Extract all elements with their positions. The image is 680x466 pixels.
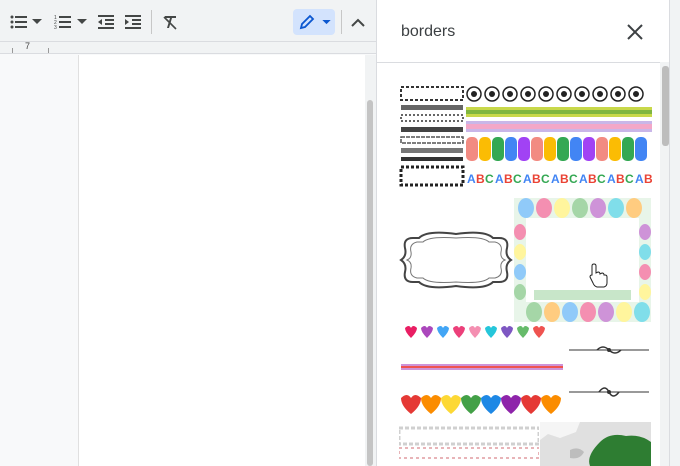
collapse-menu-chevron-up-icon[interactable] xyxy=(348,10,368,34)
svg-text:B: B xyxy=(560,172,569,186)
image-search-panel: borders A B C A B C A B C A B C A B C A … xyxy=(376,0,670,466)
numbered-list-icon[interactable]: 1 2 3 xyxy=(52,10,74,34)
window-right-edge xyxy=(669,0,680,466)
svg-text:C: C xyxy=(625,172,634,186)
svg-text:C: C xyxy=(485,172,494,186)
app-window: 1 2 3 7 borders A B C A B C A B C A B C … xyxy=(0,0,680,466)
increase-indent-icon[interactable] xyxy=(123,10,143,34)
svg-text:C: C xyxy=(513,172,522,186)
svg-text:C: C xyxy=(541,172,550,186)
numbered-list-dropdown-icon[interactable] xyxy=(76,10,88,34)
svg-text:C: C xyxy=(569,172,578,186)
svg-text:A: A xyxy=(551,172,560,186)
svg-text:B: B xyxy=(616,172,625,186)
result-map-image[interactable] xyxy=(540,422,651,466)
document-scrollbar-thumb[interactable] xyxy=(367,100,373,466)
svg-text:A: A xyxy=(579,172,588,186)
document-page[interactable] xyxy=(79,55,365,466)
svg-text:A: A xyxy=(523,172,532,186)
result-lace-border[interactable] xyxy=(399,424,539,466)
svg-text:A: A xyxy=(635,172,644,186)
ruler[interactable]: 7 xyxy=(0,41,376,54)
svg-text:B: B xyxy=(644,172,652,186)
svg-text:B: B xyxy=(588,172,597,186)
svg-text:A: A xyxy=(495,172,504,186)
svg-text:A: A xyxy=(607,172,616,186)
panel-divider xyxy=(377,62,670,63)
result-easter-egg-frame[interactable] xyxy=(514,198,651,322)
editing-mode-dropdown-icon[interactable] xyxy=(320,10,332,34)
ruler-tick xyxy=(48,48,49,53)
result-decorative-frame-outline[interactable] xyxy=(399,198,513,322)
bulleted-list-icon[interactable] xyxy=(8,10,30,34)
decrease-indent-icon[interactable] xyxy=(96,10,116,34)
svg-text:A: A xyxy=(467,172,476,186)
editing-mode-pencil-icon[interactable] xyxy=(297,10,317,34)
close-icon[interactable] xyxy=(625,22,645,42)
svg-text:3: 3 xyxy=(54,25,57,30)
svg-text:B: B xyxy=(476,172,485,186)
ruler-tick xyxy=(12,48,13,53)
svg-text:B: B xyxy=(504,172,513,186)
svg-text:B: B xyxy=(532,172,541,186)
toolbar-divider xyxy=(341,10,342,34)
result-flourish-dividers[interactable] xyxy=(567,322,651,418)
toolbar-divider xyxy=(151,10,152,34)
result-soccer-ball-clip-borders[interactable]: ABC ABC ABC ABC ABC ABC AB xyxy=(466,85,652,189)
result-heart-borders[interactable] xyxy=(399,322,565,418)
svg-text:C: C xyxy=(597,172,606,186)
search-query[interactable]: borders xyxy=(401,23,455,41)
panel-scrollbar-thumb[interactable] xyxy=(662,66,669,146)
formatting-toolbar: 1 2 3 xyxy=(0,0,376,42)
bulleted-list-dropdown-icon[interactable] xyxy=(31,10,43,34)
result-ornate-borders-collection[interactable] xyxy=(399,85,465,189)
ruler-marker: 7 xyxy=(25,41,31,51)
clear-formatting-icon[interactable] xyxy=(160,10,180,34)
